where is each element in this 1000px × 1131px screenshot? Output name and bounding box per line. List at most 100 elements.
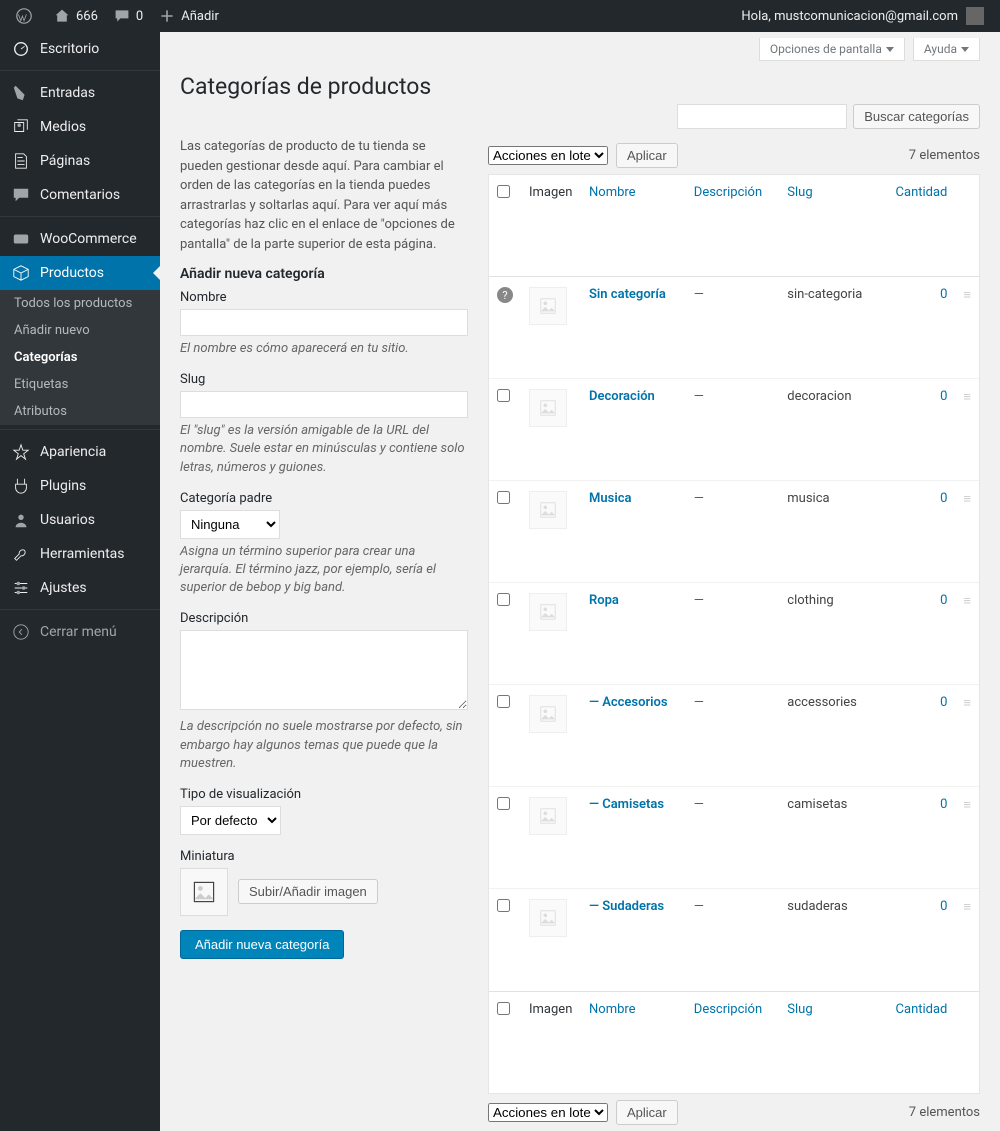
- comments-count[interactable]: 0: [106, 8, 151, 24]
- col-name[interactable]: Nombre: [581, 175, 686, 277]
- image-placeholder-icon: [529, 389, 567, 427]
- site-home[interactable]: 666: [46, 8, 106, 24]
- category-desc: —: [686, 481, 780, 583]
- search-input[interactable]: [677, 104, 847, 129]
- category-count[interactable]: 0: [940, 593, 947, 608]
- category-name-link[interactable]: Ropa: [589, 593, 619, 608]
- select-all-top[interactable]: [497, 185, 510, 198]
- thumb-label: Miniatura: [180, 849, 468, 864]
- row-checkbox[interactable]: [497, 389, 510, 402]
- slug-input[interactable]: [180, 391, 468, 418]
- image-placeholder-icon: [529, 491, 567, 529]
- page-title: Categorías de productos: [160, 61, 1000, 104]
- my-account[interactable]: Hola, mustcomunicacion@gmail.com: [733, 7, 992, 25]
- menu-plugins[interactable]: Plugins: [0, 469, 160, 503]
- desc-textarea[interactable]: [180, 630, 468, 710]
- image-placeholder-icon: [529, 695, 567, 733]
- items-count-top: 7 elementos: [909, 148, 980, 163]
- menu-dashboard[interactable]: Escritorio: [0, 32, 160, 66]
- category-slug: camisetas: [779, 787, 880, 889]
- table-row: — Sudaderas—sudaderas0≡: [489, 889, 979, 991]
- menu-appearance[interactable]: Apariencia: [0, 435, 160, 469]
- menu-tools[interactable]: Herramientas: [0, 537, 160, 571]
- menu-posts[interactable]: Entradas: [0, 76, 160, 110]
- category-name-link[interactable]: — Accesorios: [589, 695, 668, 710]
- categories-table: Imagen Nombre Descripción Slug Cantidad …: [488, 174, 980, 1094]
- bulk-select-top[interactable]: Acciones en lote: [488, 146, 608, 165]
- table-row: Ropa —clothing 0 ≡: [489, 583, 979, 685]
- submenu-attributes[interactable]: Atributos: [0, 398, 160, 425]
- admin-menu: Escritorio Entradas Medios Páginas Comen…: [0, 32, 160, 1131]
- menu-settings[interactable]: Ajustes: [0, 571, 160, 605]
- avatar-icon: [966, 7, 984, 25]
- search-button[interactable]: Buscar categorías: [853, 104, 980, 129]
- category-slug: clothing: [779, 583, 880, 685]
- help-button[interactable]: Ayuda: [913, 38, 980, 61]
- col-desc-foot[interactable]: Descripción: [686, 991, 780, 1093]
- category-count[interactable]: 0: [940, 899, 947, 914]
- col-image-foot: Imagen: [521, 991, 581, 1093]
- submenu-tags[interactable]: Etiquetas: [0, 371, 160, 398]
- name-input[interactable]: [180, 309, 468, 336]
- category-name-link[interactable]: Musica: [589, 491, 631, 506]
- category-count[interactable]: 0: [940, 287, 947, 302]
- parent-label: Categoría padre: [180, 491, 468, 506]
- wp-logo[interactable]: [8, 8, 46, 24]
- menu-products[interactable]: Productos: [0, 256, 160, 290]
- drag-handle-icon[interactable]: ≡: [955, 889, 979, 991]
- col-count-foot[interactable]: Cantidad: [880, 991, 955, 1093]
- desc-label: Descripción: [180, 611, 468, 626]
- drag-handle-icon[interactable]: ≡: [955, 787, 979, 889]
- slug-label: Slug: [180, 372, 468, 387]
- category-count[interactable]: 0: [940, 389, 947, 404]
- row-checkbox[interactable]: [497, 797, 510, 810]
- col-count[interactable]: Cantidad: [880, 175, 955, 277]
- menu-users[interactable]: Usuarios: [0, 503, 160, 537]
- col-slug[interactable]: Slug: [779, 175, 880, 277]
- category-count[interactable]: 0: [940, 491, 947, 506]
- category-slug: sudaderas: [779, 889, 880, 991]
- submenu-add-new[interactable]: Añadir nuevo: [0, 317, 160, 344]
- parent-select[interactable]: Ninguna: [180, 510, 280, 539]
- category-desc: —: [686, 583, 780, 685]
- screen-options-button[interactable]: Opciones de pantalla: [759, 38, 905, 61]
- col-slug-foot[interactable]: Slug: [779, 991, 880, 1093]
- menu-pages[interactable]: Páginas: [0, 144, 160, 178]
- row-checkbox[interactable]: [497, 491, 510, 504]
- select-all-bottom[interactable]: [497, 1002, 510, 1015]
- submenu-all-products[interactable]: Todos los productos: [0, 290, 160, 317]
- add-new[interactable]: Añadir: [151, 8, 227, 24]
- category-name-link[interactable]: Decoración: [589, 389, 655, 404]
- col-desc[interactable]: Descripción: [686, 175, 780, 277]
- name-help: El nombre es cómo aparecerá en tu sitio.: [180, 340, 468, 358]
- row-checkbox[interactable]: [497, 593, 510, 606]
- drag-handle-icon[interactable]: ≡: [955, 481, 979, 583]
- bulk-apply-bottom[interactable]: Aplicar: [616, 1100, 678, 1125]
- category-name-link[interactable]: — Sudaderas: [589, 899, 664, 914]
- category-count[interactable]: 0: [940, 695, 947, 710]
- category-desc: —: [686, 379, 780, 481]
- drag-handle-icon[interactable]: ≡: [955, 277, 979, 379]
- display-select[interactable]: Por defecto: [180, 806, 281, 835]
- chevron-down-icon: [886, 47, 894, 52]
- bulk-apply-top[interactable]: Aplicar: [616, 143, 678, 168]
- drag-handle-icon[interactable]: ≡: [955, 379, 979, 481]
- upload-image-button[interactable]: Subir/Añadir imagen: [238, 879, 378, 904]
- row-checkbox[interactable]: [497, 695, 510, 708]
- help-icon[interactable]: ?: [497, 287, 513, 303]
- drag-handle-icon[interactable]: ≡: [955, 583, 979, 685]
- drag-handle-icon[interactable]: ≡: [955, 685, 979, 787]
- thumbnail-placeholder: [180, 868, 228, 916]
- category-name-link[interactable]: — Camisetas: [589, 797, 664, 812]
- menu-collapse[interactable]: Cerrar menú: [0, 615, 160, 649]
- row-checkbox[interactable]: [497, 899, 510, 912]
- submenu-categories[interactable]: Categorías: [0, 344, 160, 371]
- category-count[interactable]: 0: [940, 797, 947, 812]
- menu-woocommerce[interactable]: WooCommerce: [0, 222, 160, 256]
- col-name-foot[interactable]: Nombre: [581, 991, 686, 1093]
- submit-button[interactable]: Añadir nueva categoría: [180, 930, 344, 959]
- menu-comments[interactable]: Comentarios: [0, 178, 160, 212]
- menu-media[interactable]: Medios: [0, 110, 160, 144]
- bulk-select-bottom[interactable]: Acciones en lote: [488, 1103, 608, 1122]
- category-name-link[interactable]: Sin categoría: [589, 287, 666, 302]
